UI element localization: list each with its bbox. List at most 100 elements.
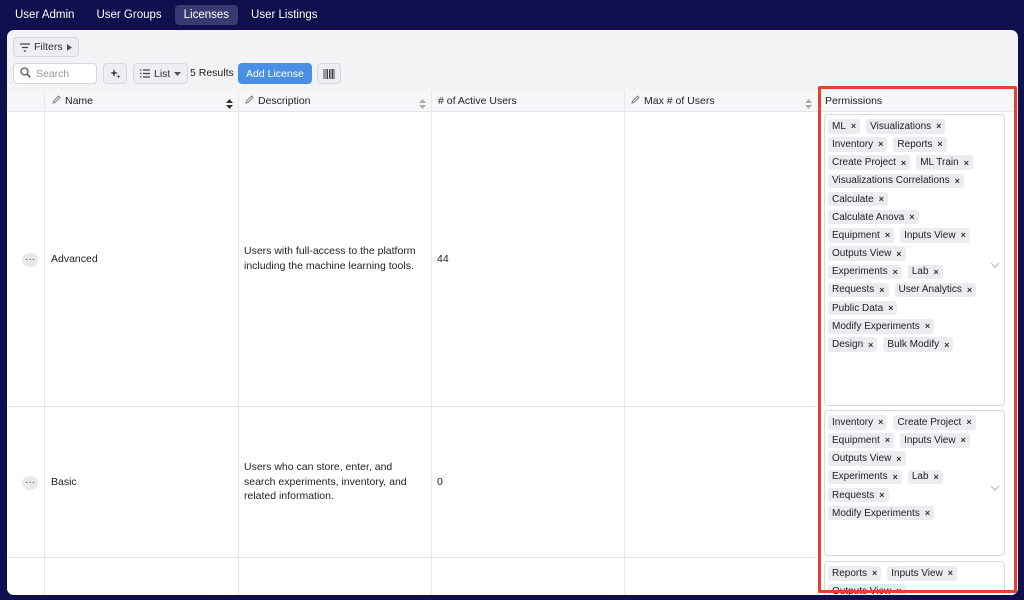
remove-permission-icon[interactable]: ×: [868, 340, 873, 350]
smart-filter-button[interactable]: [103, 63, 127, 84]
remove-permission-icon[interactable]: ×: [896, 249, 901, 259]
remove-permission-icon[interactable]: ×: [851, 121, 856, 131]
permissions-multiselect[interactable]: Inventory × Create Project × Equipment × Input…: [824, 410, 1005, 556]
permission-chip-label: Design: [832, 339, 864, 350]
row-actions-button[interactable]: ···: [22, 476, 38, 490]
permissions-multiselect[interactable]: ML × Visualizations × Inventory × Reports × Crea…: [824, 114, 1005, 406]
permission-chip: Outputs View ×: [828, 451, 906, 466]
remove-permission-icon[interactable]: ×: [896, 586, 901, 595]
column-header-description[interactable]: Description: [245, 90, 311, 112]
remove-permission-icon[interactable]: ×: [885, 435, 890, 445]
remove-permission-icon[interactable]: ×: [925, 508, 930, 518]
magnifier-icon: [20, 65, 31, 83]
row-actions-button[interactable]: ···: [22, 253, 38, 267]
chevron-down-icon[interactable]: [990, 255, 1000, 273]
pencil-icon: [245, 95, 254, 107]
remove-permission-icon[interactable]: ×: [909, 212, 914, 222]
permission-chip: Calculate ×: [828, 191, 888, 207]
permission-chip: Visualizations ×: [866, 119, 946, 134]
top-navigation: User Admin User Groups Licenses User Lis…: [0, 0, 1024, 30]
permission-chip: Outputs View ×: [828, 584, 906, 595]
permission-chip: User Analytics ×: [894, 282, 977, 298]
remove-permission-icon[interactable]: ×: [934, 267, 939, 277]
filters-button[interactable]: Filters: [13, 37, 79, 57]
remove-permission-icon[interactable]: ×: [893, 267, 898, 277]
remove-permission-icon[interactable]: ×: [872, 568, 877, 578]
permission-chip: Equipment ×: [828, 433, 895, 448]
ellipsis-icon: ···: [25, 477, 35, 488]
permission-chip-label: Visualizations Correlations: [832, 175, 950, 187]
tab-user-listings[interactable]: User Listings: [242, 5, 326, 25]
permission-chip: ML ×: [828, 119, 861, 134]
remove-permission-icon[interactable]: ×: [948, 568, 953, 578]
remove-permission-icon[interactable]: ×: [944, 340, 949, 350]
remove-permission-icon[interactable]: ×: [937, 139, 942, 149]
remove-permission-icon[interactable]: ×: [961, 435, 966, 445]
permission-chip-label: Create Project: [832, 157, 896, 169]
caret-right-icon: [66, 43, 72, 51]
remove-permission-icon[interactable]: ×: [901, 158, 906, 168]
remove-permission-icon[interactable]: ×: [967, 285, 972, 295]
permission-chip-label: Create Project: [897, 416, 962, 428]
remove-permission-icon[interactable]: ×: [934, 472, 939, 482]
remove-permission-icon[interactable]: ×: [885, 230, 890, 240]
column-max-users-label: Max # of Users: [644, 95, 715, 107]
row-name: Basic: [51, 476, 77, 488]
permission-chip-list: Reports × Inputs View × Outputs View ×: [828, 564, 983, 595]
column-header-max-users[interactable]: Max # of Users: [631, 90, 715, 112]
permission-chip-label: ML: [832, 120, 846, 132]
barcode-button[interactable]: [317, 63, 341, 84]
caret-down-icon: [174, 71, 182, 76]
view-mode-dropdown[interactable]: List: [133, 63, 189, 84]
permission-chip: Calculate Anova ×: [828, 209, 919, 225]
permission-chip: Reports ×: [893, 137, 947, 152]
permission-chip-label: Reports: [897, 138, 933, 150]
permission-chip-label: Experiments: [832, 266, 888, 278]
permission-chip-label: Experiments: [832, 471, 888, 483]
column-header-active-users[interactable]: # of Active Users: [438, 90, 517, 112]
permission-chip: Inventory ×: [828, 137, 888, 152]
remove-permission-icon[interactable]: ×: [888, 303, 893, 313]
remove-permission-icon[interactable]: ×: [879, 194, 884, 204]
remove-permission-icon[interactable]: ×: [961, 230, 966, 240]
column-header-name[interactable]: Name: [52, 90, 93, 112]
remove-permission-icon[interactable]: ×: [878, 417, 883, 427]
permission-chip-label: Inputs View: [891, 567, 943, 579]
tab-user-admin[interactable]: User Admin: [6, 5, 83, 25]
permission-chip-label: Requests: [832, 284, 875, 296]
permission-chip-label: ML Train: [920, 157, 959, 169]
column-header-permissions[interactable]: Permissions: [825, 90, 882, 112]
remove-permission-icon[interactable]: ×: [893, 472, 898, 482]
tab-licenses[interactable]: Licenses: [174, 5, 239, 25]
table-row[interactable]: [7, 559, 818, 595]
permission-chip-label: Inputs View: [904, 229, 956, 241]
search-input[interactable]: [36, 67, 94, 80]
permission-chip-label: User Analytics: [898, 284, 962, 296]
permission-chip-label: Lab: [911, 471, 929, 483]
pencil-icon: [631, 95, 640, 107]
permission-chip: Reports ×: [828, 566, 882, 581]
permission-chip-label: Bulk Modify: [887, 339, 940, 350]
permission-chip: Inputs View ×: [900, 433, 970, 448]
remove-permission-icon[interactable]: ×: [964, 158, 969, 168]
permission-chip: Modify Experiments ×: [828, 319, 935, 334]
remove-permission-icon[interactable]: ×: [879, 490, 884, 500]
permissions-multiselect[interactable]: Reports × Inputs View × Outputs View ×: [824, 561, 1005, 595]
add-license-button[interactable]: Add License: [238, 63, 312, 84]
filter-lines-icon: [20, 42, 30, 52]
list-lines-icon: [140, 69, 150, 78]
tab-user-groups[interactable]: User Groups: [87, 5, 170, 25]
search-box[interactable]: [13, 63, 97, 84]
chevron-down-icon[interactable]: [990, 478, 1000, 496]
row-active-users: 0: [437, 476, 443, 488]
remove-permission-icon[interactable]: ×: [966, 417, 971, 427]
remove-permission-icon[interactable]: ×: [879, 285, 884, 295]
remove-permission-icon[interactable]: ×: [925, 321, 930, 331]
permission-chip: Inputs View ×: [900, 228, 970, 243]
permission-chip: Experiments ×: [828, 264, 902, 279]
remove-permission-icon[interactable]: ×: [896, 454, 901, 464]
permission-chip-list: ML × Visualizations × Inventory × Reports × Crea…: [828, 117, 983, 353]
remove-permission-icon[interactable]: ×: [936, 121, 941, 131]
remove-permission-icon[interactable]: ×: [955, 176, 960, 186]
remove-permission-icon[interactable]: ×: [878, 139, 883, 149]
